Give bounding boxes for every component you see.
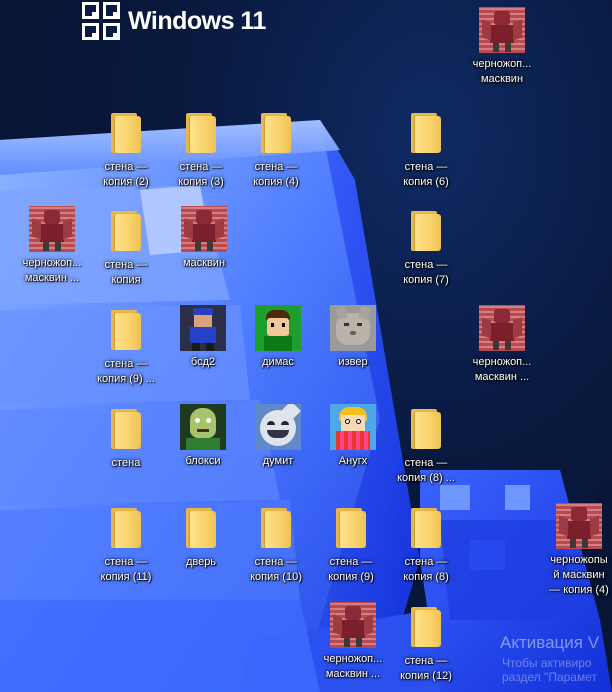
desktop-icon-label: дверь	[185, 556, 217, 568]
activation-watermark-line2: раздел "Парамет	[502, 670, 597, 684]
desktop-folder-stena-kopiya-9-dup[interactable]: стена — копия (9) ...	[86, 304, 166, 387]
desktop-icon-label: стена — копия (11)	[100, 556, 152, 583]
desktop-icon-label: черножоп... масквин ...	[323, 653, 383, 680]
desktop-icon-bloksi[interactable]: блокси	[163, 401, 243, 469]
desktop-icon-label: черножоп... масквин ...	[472, 356, 532, 383]
folder-icon	[402, 504, 450, 552]
desktop-icon-label: блокси	[185, 455, 221, 467]
folder-icon	[402, 603, 450, 651]
folder-icon	[102, 207, 150, 255]
desktop-folder-stena-kopiya-9[interactable]: стена — копия (9)	[311, 502, 391, 585]
folder-icon	[402, 207, 450, 255]
folder-icon	[177, 504, 225, 552]
folder-icon	[102, 504, 150, 552]
windows-11-wordmark: Windows 11	[128, 6, 266, 35]
folder-icon	[252, 109, 300, 157]
folder-icon	[327, 504, 375, 552]
desktop-folder-stena-kopiya-4[interactable]: стена — копия (4)	[236, 107, 316, 190]
desktop-icon-label: масквин	[182, 257, 226, 269]
desktop-icon-anugkh[interactable]: Анугх	[313, 401, 393, 469]
desktop-icon-label: черножоп... масквин	[472, 58, 532, 85]
desktop-folder-dver[interactable]: дверь	[161, 502, 241, 570]
desktop-icon-label: извер	[338, 356, 368, 368]
desktop-icon-label: стена — копия (9)	[328, 556, 374, 583]
image-thumbnail-icon	[329, 403, 377, 451]
desktop-icon-label: стена — копия (9) ...	[97, 358, 155, 385]
desktop-icon-dimas[interactable]: димас	[238, 302, 318, 370]
desktop-icon-label: бсд2	[190, 356, 216, 368]
desktop-icon-chernozhop-maskvin[interactable]: черножоп... масквин	[462, 4, 542, 87]
activation-watermark-text: Чтобы активиро раздел "Парамет	[502, 656, 597, 684]
windows-logo-icon	[82, 2, 120, 40]
folder-icon	[252, 504, 300, 552]
image-thumbnail-icon	[179, 304, 227, 352]
desktop-icon-label: стена — копия (6)	[403, 161, 449, 188]
desktop-icon-maskvin[interactable]: масквин	[164, 203, 244, 271]
desktop-folder-stena-kopiya-10[interactable]: стена — копия (10)	[236, 502, 316, 585]
desktop-icon-dumit[interactable]: думит	[238, 401, 318, 469]
desktop-icon-label: стена — копия (7)	[403, 259, 449, 286]
desktop-icon-label: черножопы й масквин — копия (4)	[549, 554, 609, 596]
desktop-folder-stena-kopiya-2[interactable]: стена — копия (2)	[86, 107, 166, 190]
image-thumbnail-icon	[179, 403, 227, 451]
character-thumbnail-icon	[28, 205, 76, 253]
character-thumbnail-icon	[478, 304, 526, 352]
desktop-icon-label: Анугх	[338, 455, 368, 467]
desktop-icon-label: стена	[111, 457, 141, 469]
desktop-folder-stena-kopiya-8[interactable]: стена — копия (8)	[386, 502, 466, 585]
folder-icon	[402, 405, 450, 453]
desktop-icon-chernozhop-maskvin-4[interactable]: черножоп... масквин ...	[313, 599, 393, 682]
desktop-folder-stena-kopiya-11[interactable]: стена — копия (11)	[86, 502, 166, 585]
folder-icon	[102, 405, 150, 453]
desktop-folder-stena-kopiya-12[interactable]: стена — копия (12)	[386, 601, 466, 684]
character-thumbnail-icon	[329, 601, 377, 649]
desktop-icon-chernozhopyi-maskvin-kopiya-4[interactable]: черножопы й масквин — копия (4)	[546, 500, 612, 598]
character-thumbnail-icon	[478, 6, 526, 54]
desktop-folder-stena-kopiya-7[interactable]: стена — копия (7)	[386, 205, 466, 288]
desktop-icon-label: черножоп... масквин ...	[22, 257, 82, 284]
desktop-icon-bsd2[interactable]: бсд2	[163, 302, 243, 370]
desktop-icon-label: думит	[262, 455, 294, 467]
desktop-folder-stena-kopiya-6[interactable]: стена — копия (6)	[386, 107, 466, 190]
folder-icon	[102, 306, 150, 354]
activation-watermark-title: Активация V	[500, 633, 600, 652]
folder-icon	[402, 109, 450, 157]
desktop-icon-chernozhop-maskvin-3[interactable]: черножоп... масквин ...	[462, 302, 542, 385]
image-thumbnail-icon	[254, 304, 302, 352]
character-thumbnail-icon	[555, 502, 603, 550]
desktop-icon-izver[interactable]: извер	[313, 302, 393, 370]
desktop-icon-label: стена — копия (3)	[178, 161, 224, 188]
desktop-icon-label: стена — копия (8) ...	[397, 457, 455, 484]
desktop-icon-chernozhop-maskvin-2[interactable]: черножоп... масквин ...	[12, 203, 92, 286]
desktop-icon-label: стена — копия (8)	[403, 556, 449, 583]
image-thumbnail-icon	[329, 304, 377, 352]
character-thumbnail-icon	[180, 205, 228, 253]
desktop-folder-stena-kopiya[interactable]: стена — копия	[86, 205, 166, 288]
desktop-folder-stena[interactable]: стена	[86, 403, 166, 471]
desktop-icon-label: димас	[262, 356, 294, 368]
folder-icon	[177, 109, 225, 157]
desktop[interactable]: Windows 11 черножоп... масквин стена — к…	[0, 0, 612, 692]
folder-icon	[102, 109, 150, 157]
activation-watermark-line1: Чтобы активиро	[502, 656, 592, 670]
windows-11-logo: Windows 11	[82, 2, 266, 40]
desktop-icon-label: стена — копия (4)	[253, 161, 299, 188]
image-thumbnail-icon	[254, 403, 302, 451]
desktop-icon-label: стена — копия (2)	[103, 161, 149, 188]
desktop-folder-stena-kopiya-8-dup[interactable]: стена — копия (8) ...	[386, 403, 466, 486]
desktop-icon-label: стена — копия (12)	[400, 655, 452, 682]
desktop-icon-label: стена — копия (10)	[250, 556, 302, 583]
desktop-icon-label: стена — копия	[104, 259, 148, 286]
desktop-folder-stena-kopiya-3[interactable]: стена — копия (3)	[161, 107, 241, 190]
